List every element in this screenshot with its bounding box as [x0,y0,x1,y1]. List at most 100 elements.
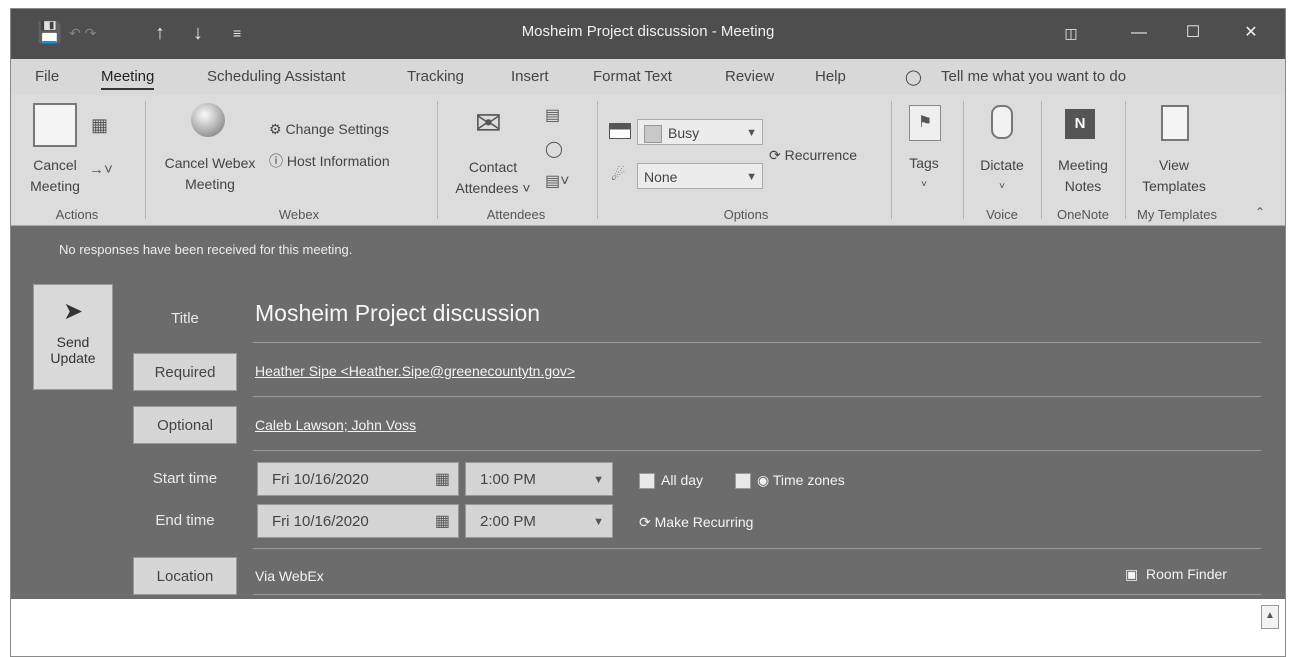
envelope-icon: ✉ [475,105,502,141]
recurrence-icon: ⟳ [769,147,781,163]
send-update-button[interactable]: ➤ Send Update [33,284,113,390]
flag-icon: ⚑ [909,105,941,141]
group-actions: Actions [55,207,99,222]
separator [1125,101,1126,219]
reminder-select[interactable]: None ▼ [637,163,763,189]
onenote-icon: N [1065,109,1095,139]
send-icon: ➤ [62,298,84,325]
ribbon: Cancel Meeting ▦ →˅ Actions Cancel Webex… [11,95,1285,226]
tags-button[interactable]: Tags ˅ [899,153,949,195]
group-options: Options [723,207,769,222]
divider [253,342,1261,343]
location-button[interactable]: Location [133,557,237,595]
webex-ball-icon [191,103,225,137]
address-book-icon[interactable]: ▤ [545,105,560,125]
globe-icon: ◉ [757,472,770,488]
make-recurring-button[interactable]: ⟳ Make Recurring [639,514,753,531]
separator [145,101,146,219]
message-body[interactable]: ▲ [11,599,1285,656]
forward-icon[interactable]: →˅ [89,161,113,178]
end-time-label: End time [155,512,215,529]
required-button[interactable]: Required [133,353,237,391]
collapse-ribbon-icon[interactable]: ⌃ [1255,205,1265,219]
contact-attendees-button[interactable]: Contact Attendees ˅ [445,157,541,199]
group-onenote: OneNote [1056,207,1110,222]
calendar-icon[interactable]: ▦ [435,463,450,497]
meeting-form: No responses have been received for this… [11,226,1285,599]
end-time-field[interactable]: 2:00 PM ▼ [465,504,613,538]
room-finder-button[interactable]: ▣ Room Finder [1125,566,1227,583]
separator [597,101,598,219]
divider [253,594,1261,595]
view-templates-button[interactable]: View Templates [1129,155,1219,197]
separator [963,101,964,219]
tab-tracking[interactable]: Tracking [407,68,464,85]
calendar-icon[interactable]: ▦ [435,505,450,539]
checkbox[interactable] [639,473,655,490]
chevron-down-icon: ▼ [746,171,757,183]
divider [253,450,1261,451]
group-my-templates: My Templates [1137,207,1217,222]
tab-format-text[interactable]: Format Text [593,68,672,85]
host-information-button[interactable]: ⓘ Host Information [269,151,390,172]
maximize-icon[interactable]: ☐ [1173,19,1213,47]
optional-attendees-field[interactable]: Caleb Lawson; John Voss [255,417,416,433]
title-bar: 💾 ↶ ↷ ↑ ↓ ≡ Mosheim Project discussion -… [11,9,1285,59]
chevron-down-icon[interactable]: ▼ [593,463,604,497]
chevron-down-icon: ▼ [746,127,757,139]
tab-help[interactable]: Help [815,68,846,85]
ribbon-display-icon[interactable]: ◫ [1051,19,1091,47]
minimize-icon[interactable]: — [1119,19,1159,47]
template-icon [1161,105,1189,141]
info-icon: ⓘ [269,153,283,169]
start-date-field[interactable]: Fri 10/16/2020 ▦ [257,462,459,496]
response-notice: No responses have been received for this… [59,242,353,257]
time-zones-toggle[interactable]: ◉ Time zones [735,472,845,490]
required-attendees-field[interactable]: Heather Sipe <Heather.Sipe@greenecountyt… [255,363,575,379]
change-settings-button[interactable]: ⚙ Change Settings [269,119,389,140]
tab-insert[interactable]: Insert [511,68,549,85]
separator [437,101,438,219]
group-webex: Webex [278,207,320,222]
recurrence-button[interactable]: ⟳ Recurrence [769,145,857,166]
checkbox[interactable] [735,473,751,490]
close-icon[interactable]: ✕ [1231,19,1271,47]
title-input[interactable]: Mosheim Project discussion [255,300,540,327]
cancel-meeting-button[interactable]: Cancel Meeting [19,155,91,197]
bell-icon: ☄ [611,167,626,184]
end-date-field[interactable]: Fri 10/16/2020 ▦ [257,504,459,538]
tab-scheduling-assistant[interactable]: Scheduling Assistant [207,68,345,85]
start-time-field[interactable]: 1:00 PM ▼ [465,462,613,496]
meeting-window: 💾 ↶ ↷ ↑ ↓ ≡ Mosheim Project discussion -… [10,8,1286,657]
calendar-icon[interactable]: ▦ [91,115,108,136]
microphone-icon [991,105,1013,139]
response-options-icon[interactable]: ▤˅ [545,171,569,191]
separator [891,101,892,219]
optional-button[interactable]: Optional [133,406,237,444]
ribbon-tabs: File Meeting Scheduling Assistant Tracki… [11,59,1285,95]
scroll-up-icon[interactable]: ▲ [1261,605,1279,629]
recurrence-icon: ⟳ [639,514,651,530]
window-title: Mosheim Project discussion - Meeting [521,23,775,40]
tab-meeting[interactable]: Meeting [101,68,155,90]
dictate-button[interactable]: Dictate ˅ [967,155,1037,197]
title-label: Title [171,310,199,327]
location-input[interactable]: Via WebEx [255,568,324,584]
cancel-meeting-icon [33,103,77,147]
busy-swatch [644,125,662,144]
divider [253,548,1261,549]
tab-file[interactable]: File [35,68,59,85]
separator [1041,101,1042,219]
cancel-webex-meeting-button[interactable]: Cancel Webex Meeting [155,153,265,195]
room-finder-icon: ▣ [1125,566,1139,582]
gear-icon: ⚙ [269,121,282,137]
all-day-checkbox[interactable]: All day [639,472,703,490]
meeting-notes-button[interactable]: Meeting Notes [1045,155,1121,197]
divider [253,396,1261,397]
tab-review[interactable]: Review [725,68,774,85]
group-voice: Voice [986,207,1018,222]
chevron-down-icon[interactable]: ▼ [593,505,604,539]
tell-me-input[interactable]: Tell me what you want to do [941,68,1126,85]
show-as-select[interactable]: Busy ▼ [637,119,763,145]
check-names-icon[interactable]: ◯ [545,139,563,159]
